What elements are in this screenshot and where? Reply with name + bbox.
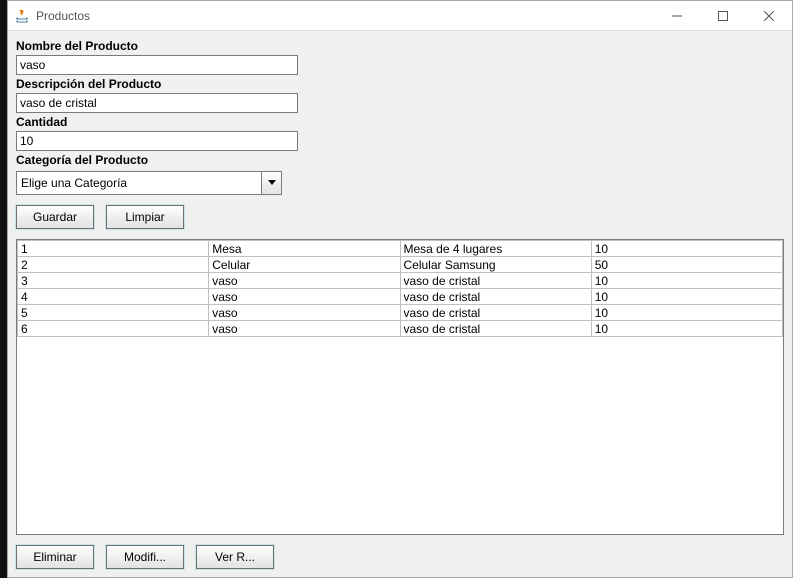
table-cell[interactable]: 10 bbox=[591, 305, 782, 321]
name-label: Nombre del Producto bbox=[16, 39, 784, 53]
table-cell[interactable]: 10 bbox=[591, 321, 782, 337]
table-cell[interactable]: Mesa bbox=[209, 241, 400, 257]
name-input[interactable] bbox=[16, 55, 298, 75]
modify-button[interactable]: Modifi... bbox=[106, 545, 184, 569]
table-cell[interactable]: 10 bbox=[591, 241, 782, 257]
table-cell[interactable]: 3 bbox=[18, 273, 209, 289]
maximize-button[interactable] bbox=[700, 1, 746, 31]
titlebar[interactable]: Productos bbox=[8, 1, 792, 31]
top-button-row: Guardar Limpiar bbox=[16, 205, 784, 229]
java-icon bbox=[14, 8, 30, 24]
table-row[interactable]: 3vasovaso de cristal10 bbox=[18, 273, 783, 289]
clear-button[interactable]: Limpiar bbox=[106, 205, 184, 229]
content-area: Nombre del Producto Descripción del Prod… bbox=[8, 31, 792, 577]
table-cell[interactable]: Mesa de 4 lugares bbox=[400, 241, 591, 257]
table-cell[interactable]: vaso bbox=[209, 289, 400, 305]
view-button[interactable]: Ver R... bbox=[196, 545, 274, 569]
table-cell[interactable]: vaso bbox=[209, 305, 400, 321]
desktop-edge bbox=[0, 0, 7, 578]
delete-button[interactable]: Eliminar bbox=[16, 545, 94, 569]
cat-label: Categoría del Producto bbox=[16, 153, 784, 167]
window-frame: Productos Nombre del Producto Descripció… bbox=[7, 0, 793, 578]
qty-label: Cantidad bbox=[16, 115, 784, 129]
table-cell[interactable]: 50 bbox=[591, 257, 782, 273]
close-button[interactable] bbox=[746, 1, 792, 31]
table-cell[interactable]: 4 bbox=[18, 289, 209, 305]
table-cell[interactable]: Celular Samsung bbox=[400, 257, 591, 273]
table-cell[interactable]: 10 bbox=[591, 273, 782, 289]
category-combobox[interactable]: Elige una Categoría bbox=[16, 171, 282, 195]
table-cell[interactable]: 2 bbox=[18, 257, 209, 273]
table-cell[interactable]: vaso de cristal bbox=[400, 321, 591, 337]
save-button[interactable]: Guardar bbox=[16, 205, 94, 229]
table-cell[interactable]: vaso de cristal bbox=[400, 305, 591, 321]
window-title: Productos bbox=[36, 9, 90, 23]
products-table-scrollpane[interactable]: 1MesaMesa de 4 lugares102CelularCelular … bbox=[16, 239, 784, 535]
table-cell[interactable]: 1 bbox=[18, 241, 209, 257]
chevron-down-icon[interactable] bbox=[261, 172, 281, 194]
table-row[interactable]: 4vasovaso de cristal10 bbox=[18, 289, 783, 305]
qty-input[interactable] bbox=[16, 131, 298, 151]
table-row[interactable]: 1MesaMesa de 4 lugares10 bbox=[18, 241, 783, 257]
table-row[interactable]: 6vasovaso de cristal10 bbox=[18, 321, 783, 337]
table-cell[interactable]: vaso de cristal bbox=[400, 289, 591, 305]
table-cell[interactable]: Celular bbox=[209, 257, 400, 273]
category-combobox-value: Elige una Categoría bbox=[17, 176, 261, 190]
table-cell[interactable]: 10 bbox=[591, 289, 782, 305]
products-table[interactable]: 1MesaMesa de 4 lugares102CelularCelular … bbox=[17, 240, 783, 337]
desc-input[interactable] bbox=[16, 93, 298, 113]
window-controls bbox=[654, 1, 792, 31]
table-row[interactable]: 5vasovaso de cristal10 bbox=[18, 305, 783, 321]
table-cell[interactable]: 6 bbox=[18, 321, 209, 337]
desc-label: Descripción del Producto bbox=[16, 77, 784, 91]
table-cell[interactable]: vaso de cristal bbox=[400, 273, 591, 289]
minimize-button[interactable] bbox=[654, 1, 700, 31]
table-row[interactable]: 2CelularCelular Samsung50 bbox=[18, 257, 783, 273]
bottom-button-row: Eliminar Modifi... Ver R... bbox=[16, 545, 784, 569]
table-cell[interactable]: vaso bbox=[209, 321, 400, 337]
table-cell[interactable]: vaso bbox=[209, 273, 400, 289]
table-cell[interactable]: 5 bbox=[18, 305, 209, 321]
